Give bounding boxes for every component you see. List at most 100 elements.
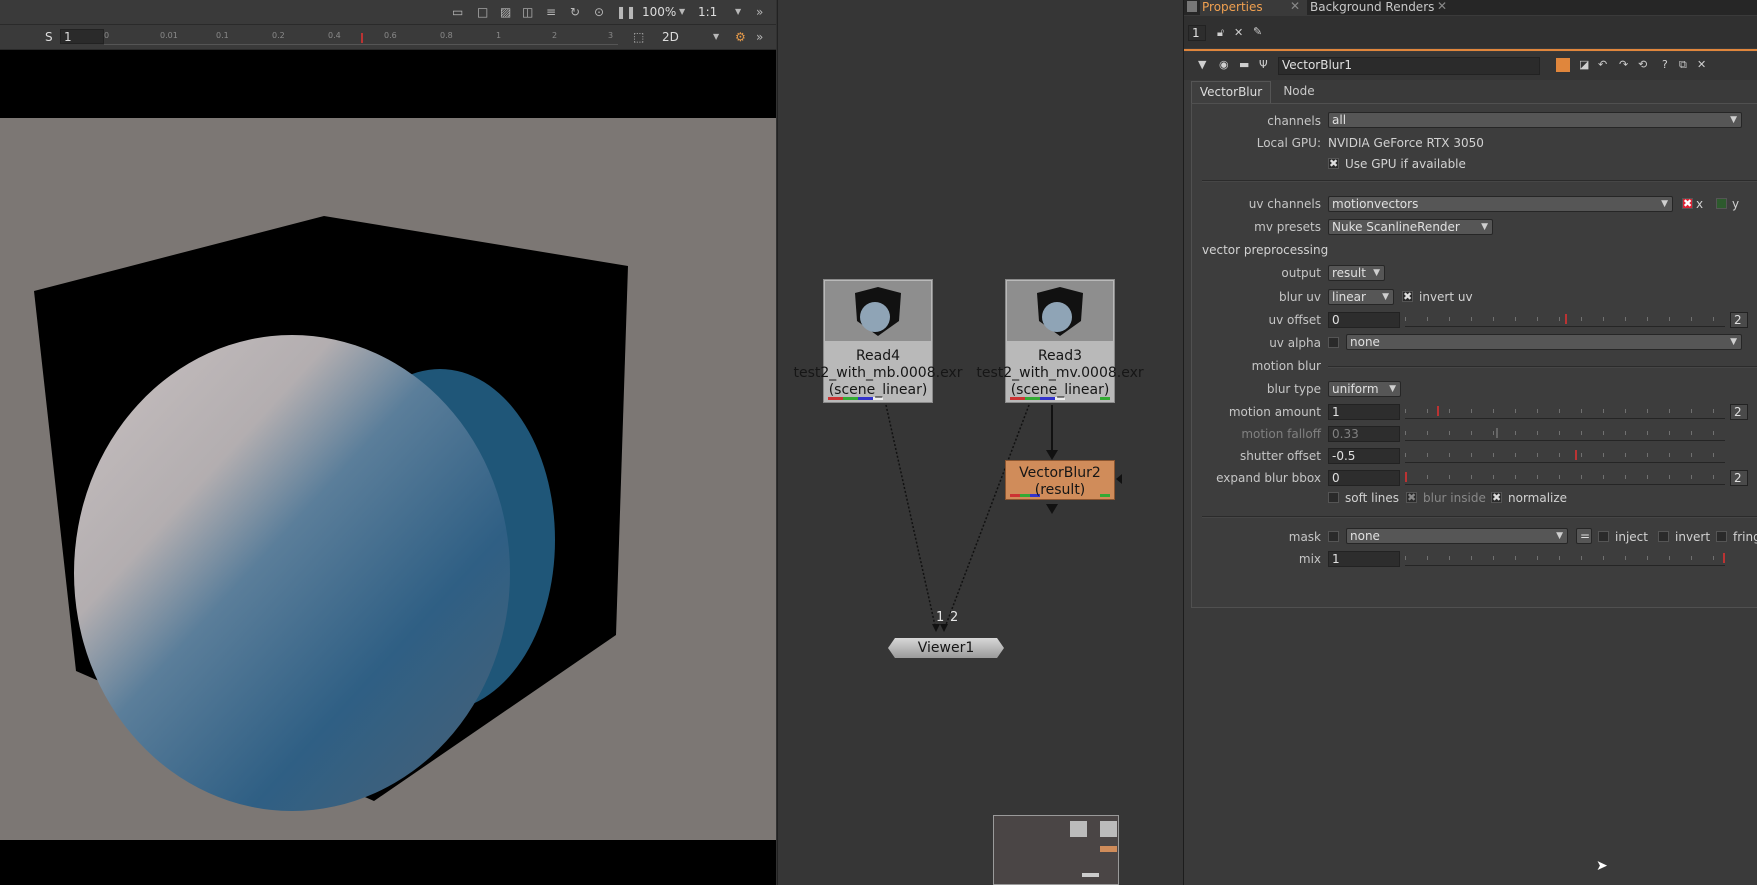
- shutter-offset-knob[interactable]: [1575, 450, 1577, 460]
- output-dropdown[interactable]: result ▼: [1328, 265, 1385, 281]
- motion-falloff-knob[interactable]: [1496, 428, 1498, 438]
- revert-icon[interactable]: ⟲: [1638, 58, 1647, 71]
- vectorblur2-mask-arrow[interactable]: [1116, 474, 1122, 484]
- expand-toolbar-icon[interactable]: »: [756, 5, 763, 19]
- invert-uv-checkbox[interactable]: ✖: [1402, 291, 1413, 302]
- motion-falloff-slider[interactable]: [1405, 426, 1725, 441]
- help-icon[interactable]: ?: [1662, 58, 1668, 71]
- mask-dropdown[interactable]: none ▼: [1346, 528, 1568, 544]
- ratio-arrow-icon[interactable]: ▼: [735, 7, 741, 16]
- wipe-icon[interactable]: ◫: [522, 5, 533, 19]
- uv-x-checkbox[interactable]: ✖: [1682, 198, 1693, 209]
- motion-amount-knob[interactable]: [1437, 406, 1439, 416]
- uv-offset-knob[interactable]: [1565, 314, 1567, 324]
- motion-amount-slider[interactable]: [1405, 404, 1725, 419]
- frame-input[interactable]: 1: [60, 29, 104, 44]
- read3-colorspace-label: (scene_linear): [1010, 382, 1110, 398]
- expand-toolbar-2-icon[interactable]: »: [756, 30, 763, 44]
- roi-select-icon[interactable]: ⬚: [633, 30, 644, 44]
- channels-dropdown[interactable]: all ▼: [1328, 112, 1742, 128]
- mix-knob[interactable]: [1723, 553, 1725, 563]
- ratio-dropdown[interactable]: 1:1: [698, 5, 717, 19]
- mask-operation-button[interactable]: =: [1576, 528, 1592, 544]
- panel-menu-icon[interactable]: [1187, 1, 1197, 12]
- view-mode-dropdown[interactable]: 2D: [662, 30, 679, 44]
- node-name-input[interactable]: VectorBlur1: [1278, 57, 1540, 75]
- vector-preprocessing-heading: vector preprocessing: [1202, 243, 1329, 257]
- viewer1-input-1[interactable]: 1: [936, 610, 944, 625]
- navigator-minimap[interactable]: [993, 815, 1119, 885]
- viewer1-input-2[interactable]: 2: [950, 610, 958, 625]
- roi-icon[interactable]: ▭: [452, 5, 463, 19]
- overscan-icon[interactable]: □: [477, 5, 488, 19]
- clipping-icon[interactable]: ▨: [500, 5, 511, 19]
- zoom-arrow-icon[interactable]: ▼: [679, 7, 685, 16]
- node-color-swatch[interactable]: [1556, 58, 1570, 72]
- close-properties-tab-icon[interactable]: ✕: [1290, 0, 1300, 13]
- divider: [1202, 180, 1757, 182]
- expand-blur-bbox-knob[interactable]: [1405, 472, 1407, 482]
- expand-blur-bbox-input[interactable]: 0: [1328, 470, 1400, 486]
- node-header: ▼ ◉ ▬ Ψ VectorBlur1 ◪ ↶ ↷ ⟲ ? ⧉ ✕: [1184, 52, 1757, 80]
- tab-node[interactable]: Node: [1274, 81, 1324, 103]
- max-panels-input[interactable]: 1: [1188, 25, 1206, 41]
- shutter-offset-input[interactable]: -0.5: [1328, 448, 1400, 464]
- soft-lines-checkbox[interactable]: [1328, 492, 1339, 503]
- pencil-icon[interactable]: ✎: [1253, 25, 1262, 38]
- view-mode-arrow-icon[interactable]: ▼: [713, 32, 719, 41]
- motion-amount-input[interactable]: 1: [1328, 404, 1400, 420]
- normalize-checkbox[interactable]: ✖: [1491, 492, 1502, 503]
- float-icon[interactable]: ⧉: [1679, 58, 1687, 72]
- tab-properties[interactable]: Properties ✕: [1200, 0, 1307, 15]
- expand-blur-bbox-views-button[interactable]: 2: [1730, 470, 1748, 486]
- fringe-checkbox[interactable]: [1716, 531, 1727, 542]
- uv-offset-views-button[interactable]: 2: [1730, 312, 1748, 328]
- proxy-icon[interactable]: ⚙: [735, 30, 746, 44]
- ruler-tick-label: 0.6: [384, 31, 397, 40]
- refresh-icon[interactable]: ↻: [570, 5, 580, 19]
- uv-y-checkbox[interactable]: [1716, 198, 1727, 209]
- mix-input[interactable]: 1: [1328, 551, 1400, 567]
- node-graph-panel[interactable]: Read4 test2_with_mb.0008.exr (scene_line…: [777, 0, 1185, 885]
- blur-inside-checkbox[interactable]: ✖: [1406, 492, 1417, 503]
- lock-icon[interactable]: 🔓︎: [1217, 26, 1224, 40]
- mask-checkbox[interactable]: [1328, 531, 1339, 542]
- tab-background-renders[interactable]: Background Renders ✕: [1310, 0, 1455, 15]
- read3-file-label: test2_with_mv.0008.exr: [976, 365, 1144, 381]
- settings-icon[interactable]: ▬: [1239, 58, 1249, 71]
- shutter-offset-slider[interactable]: [1405, 448, 1725, 463]
- redo-icon[interactable]: ↷: [1619, 58, 1628, 71]
- undo-icon[interactable]: ↶: [1598, 58, 1607, 71]
- close-node-icon[interactable]: ✕: [1697, 58, 1706, 71]
- inject-checkbox[interactable]: [1598, 531, 1609, 542]
- overlay-lines-icon[interactable]: ≡: [546, 5, 556, 19]
- target-icon[interactable]: ⊙: [594, 5, 604, 19]
- gain-slider-knob[interactable]: [361, 33, 363, 43]
- float-panel-icon[interactable]: ✕: [1234, 26, 1243, 39]
- mv-presets-dropdown[interactable]: Nuke ScanlineRender ▼: [1328, 219, 1493, 235]
- uv-offset-input[interactable]: 0: [1328, 312, 1400, 328]
- collapse-arrow-icon[interactable]: ▼: [1198, 58, 1206, 71]
- tab-vectorblur[interactable]: VectorBlur: [1191, 81, 1271, 103]
- blur-uv-dropdown[interactable]: linear ▼: [1328, 289, 1394, 305]
- close-background-renders-tab-icon[interactable]: ✕: [1437, 0, 1447, 13]
- viewer-input-icon[interactable]: ◉: [1219, 58, 1229, 71]
- uv-channels-dropdown[interactable]: motionvectors ▼: [1328, 196, 1673, 212]
- gain-slider[interactable]: 0 0.01 0.1 0.2 0.4 0.6 0.8 1 2 3: [104, 31, 618, 45]
- zoom-dropdown[interactable]: 100%: [642, 5, 676, 19]
- use-gpu-checkbox[interactable]: ✖: [1328, 158, 1339, 169]
- motion-amount-views-button[interactable]: 2: [1730, 404, 1748, 420]
- hide-icon[interactable]: ◪: [1579, 58, 1589, 71]
- expand-blur-bbox-slider[interactable]: [1405, 470, 1725, 485]
- invert-mask-checkbox[interactable]: [1658, 531, 1669, 542]
- motion-falloff-input[interactable]: 0.33: [1328, 426, 1400, 442]
- node-info-icon[interactable]: Ψ: [1259, 58, 1268, 71]
- blur-type-dropdown[interactable]: uniform ▼: [1328, 381, 1401, 397]
- mix-slider[interactable]: [1405, 551, 1725, 566]
- uv-alpha-checkbox[interactable]: [1328, 337, 1339, 348]
- uv-offset-slider[interactable]: [1405, 312, 1725, 327]
- pause-icon[interactable]: ❚❚: [616, 5, 636, 19]
- uv-alpha-dropdown[interactable]: none ▼: [1346, 334, 1742, 350]
- ruler-tick-label: 0.8: [440, 31, 453, 40]
- viewer-canvas[interactable]: [0, 118, 776, 840]
